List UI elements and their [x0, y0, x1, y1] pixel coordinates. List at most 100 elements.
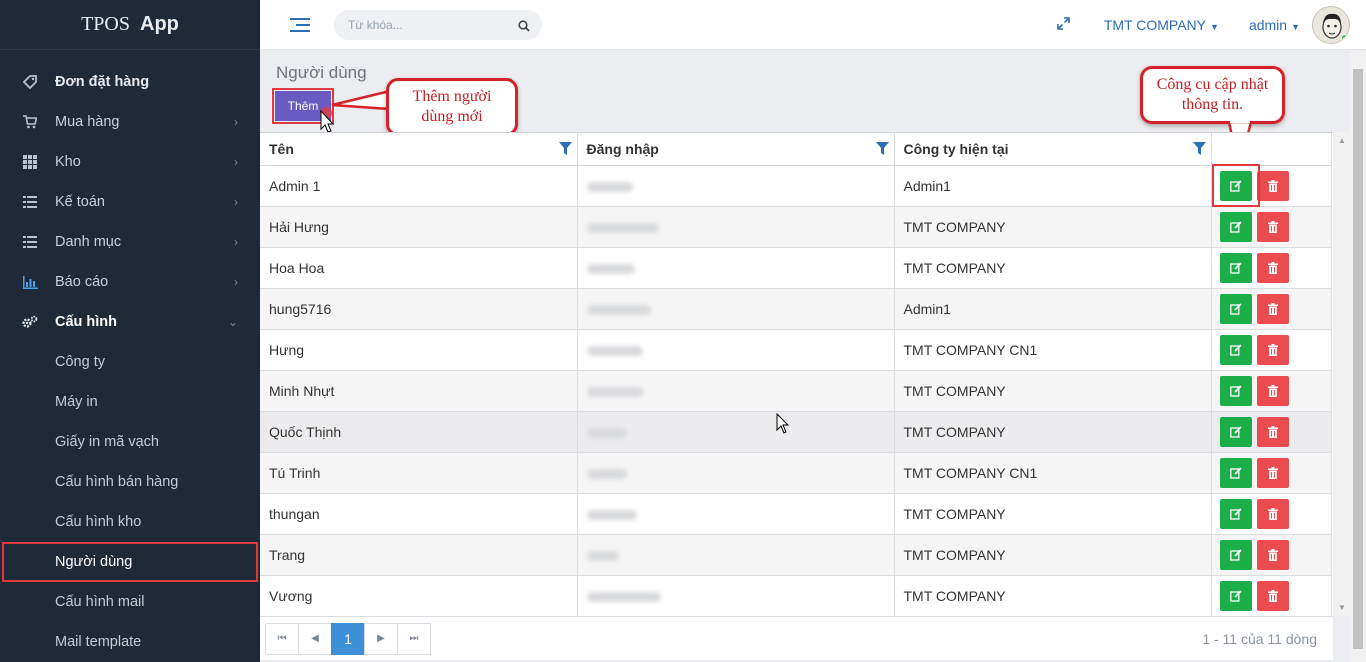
- cell-actions: [1211, 534, 1332, 576]
- sidebar-item-warehouse[interactable]: Kho ›: [0, 142, 260, 182]
- sidebar-item-accounting[interactable]: Kế toán ›: [0, 182, 260, 222]
- cell-actions: [1211, 493, 1332, 535]
- delete-button[interactable]: [1256, 539, 1289, 570]
- trash-icon: [1267, 302, 1278, 315]
- table-row[interactable]: Vương TMT COMPANY: [260, 575, 1332, 617]
- edit-button[interactable]: [1219, 580, 1252, 611]
- filter-icon[interactable]: [1192, 142, 1206, 155]
- cell-company: TMT COMPANY: [894, 411, 1212, 453]
- edit-button[interactable]: [1219, 375, 1252, 406]
- trash-icon: [1267, 466, 1278, 479]
- column-header-name[interactable]: Tên: [260, 133, 578, 166]
- submenu-item-mail-config[interactable]: Cấu hình mail: [0, 582, 260, 622]
- edit-button[interactable]: [1219, 211, 1252, 242]
- edit-button[interactable]: [1219, 539, 1252, 570]
- table-row[interactable]: Hải Hưng TMT COMPANY: [260, 206, 1332, 248]
- sidebar-item-purchasing[interactable]: Mua hàng ›: [0, 102, 260, 142]
- column-header-login[interactable]: Đăng nhập: [577, 133, 895, 166]
- delete-button[interactable]: [1256, 252, 1289, 283]
- table-row[interactable]: hung5716 Admin1: [260, 288, 1332, 330]
- submenu-item-printer[interactable]: Máy in: [0, 382, 260, 422]
- prev-page-button[interactable]: ◀: [298, 622, 332, 655]
- edit-icon: [1229, 548, 1242, 561]
- delete-button[interactable]: [1256, 416, 1289, 447]
- search-input[interactable]: [348, 17, 518, 32]
- delete-button[interactable]: [1256, 580, 1289, 611]
- brand-logo[interactable]: TPOS App: [0, 0, 260, 50]
- submenu-item-barcode-paper[interactable]: Giấy in mã vạch: [0, 422, 260, 462]
- delete-button[interactable]: [1256, 457, 1289, 488]
- table-row[interactable]: thungan TMT COMPANY: [260, 493, 1332, 535]
- sidebar: TPOS App Đơn đặt hàng Mua hàng › Kho › K…: [0, 0, 260, 662]
- edit-button[interactable]: [1219, 416, 1252, 447]
- company-dropdown[interactable]: TMT COMPANY ▼: [1104, 17, 1219, 33]
- trash-icon: [1267, 384, 1278, 397]
- grid-scrollbar[interactable]: ▲ ▼: [1334, 132, 1350, 616]
- submenu-item-mail-template[interactable]: Mail template: [0, 622, 260, 662]
- edit-button[interactable]: [1219, 252, 1252, 283]
- cell-company: TMT COMPANY CN1: [894, 329, 1212, 371]
- edit-icon: [1229, 589, 1242, 602]
- edit-icon: [1229, 220, 1242, 233]
- menu-toggle-icon[interactable]: [290, 17, 310, 32]
- delete-button[interactable]: [1256, 334, 1289, 365]
- edit-icon: [1229, 466, 1242, 479]
- column-header-company[interactable]: Công ty hiện tại: [894, 133, 1212, 166]
- sidebar-item-label: Cấu hình: [55, 314, 118, 330]
- delete-button[interactable]: [1256, 498, 1289, 529]
- table-row[interactable]: Admin 1 Admin1: [260, 165, 1332, 207]
- table-row[interactable]: Minh Nhựt TMT COMPANY: [260, 370, 1332, 412]
- pager-info: 1 - 11 của 11 dòng: [1202, 630, 1317, 647]
- users-table: Tên Đăng nhập Công ty hiện tại Admin 1 Ad…: [260, 133, 1332, 617]
- caret-down-icon: ▼: [1210, 22, 1219, 32]
- trash-icon: [1267, 425, 1278, 438]
- company-name: TMT COMPANY: [1103, 17, 1207, 33]
- avatar[interactable]: [1312, 6, 1350, 44]
- submenu-item-company[interactable]: Công ty: [0, 342, 260, 382]
- table-row[interactable]: Tú Trinh TMT COMPANY CN1: [260, 452, 1332, 494]
- table-row[interactable]: Hưng TMT COMPANY CN1: [260, 329, 1332, 371]
- first-page-button[interactable]: ⏮: [265, 622, 299, 655]
- edit-button[interactable]: [1219, 498, 1252, 529]
- cell-login-redacted: [577, 452, 895, 494]
- user-dropdown[interactable]: admin ▼: [1249, 17, 1300, 33]
- delete-button[interactable]: [1256, 375, 1289, 406]
- submenu-item-warehouse-config[interactable]: Cấu hình kho: [0, 502, 260, 542]
- filter-icon[interactable]: [558, 142, 572, 155]
- delete-button[interactable]: [1256, 170, 1289, 201]
- edit-button[interactable]: [1219, 457, 1252, 488]
- cell-name: Quốc Thịnh: [260, 411, 578, 453]
- edit-button[interactable]: [1219, 293, 1252, 324]
- scroll-down-icon[interactable]: ▼: [1338, 603, 1346, 612]
- trash-icon: [1267, 507, 1278, 520]
- table-row[interactable]: Trang TMT COMPANY: [260, 534, 1332, 576]
- table-row[interactable]: Hoa Hoa TMT COMPANY: [260, 247, 1332, 289]
- sidebar-item-catalog[interactable]: Danh mục ›: [0, 222, 260, 262]
- sidebar-item-reports[interactable]: Báo cáo ›: [0, 262, 260, 302]
- grid-icon: [22, 154, 38, 170]
- sidebar-item-orders[interactable]: Đơn đặt hàng: [0, 62, 260, 102]
- redacted-text: [586, 468, 627, 479]
- trash-icon: [1267, 220, 1278, 233]
- last-page-button[interactable]: ⏭: [397, 622, 431, 655]
- delete-button[interactable]: [1256, 293, 1289, 324]
- scroll-thumb[interactable]: [1353, 69, 1363, 649]
- trash-icon: [1267, 589, 1278, 602]
- scroll-up-icon[interactable]: ▲: [1338, 136, 1346, 145]
- next-page-button[interactable]: ▶: [364, 622, 398, 655]
- sidebar-item-settings[interactable]: Cấu hình ⌄: [0, 302, 260, 342]
- current-page-button[interactable]: 1: [331, 622, 365, 655]
- cell-login-redacted: [577, 206, 895, 248]
- delete-button[interactable]: [1256, 211, 1289, 242]
- cell-name: Vương: [260, 575, 578, 617]
- search-icon[interactable]: [518, 19, 530, 32]
- page-scrollbar[interactable]: [1350, 51, 1366, 662]
- table-row[interactable]: Quốc Thịnh TMT COMPANY: [260, 411, 1332, 453]
- submenu-item-users[interactable]: Người dùng: [2, 542, 258, 582]
- fullscreen-icon[interactable]: [1057, 17, 1070, 33]
- submenu-item-sales-config[interactable]: Cấu hình bán hàng: [0, 462, 260, 502]
- callout-edit-tool: Công cụ cập nhật thông tin.: [1140, 66, 1285, 124]
- callout-pointer-add: [331, 89, 390, 111]
- filter-icon[interactable]: [875, 142, 889, 155]
- edit-button[interactable]: [1219, 334, 1252, 365]
